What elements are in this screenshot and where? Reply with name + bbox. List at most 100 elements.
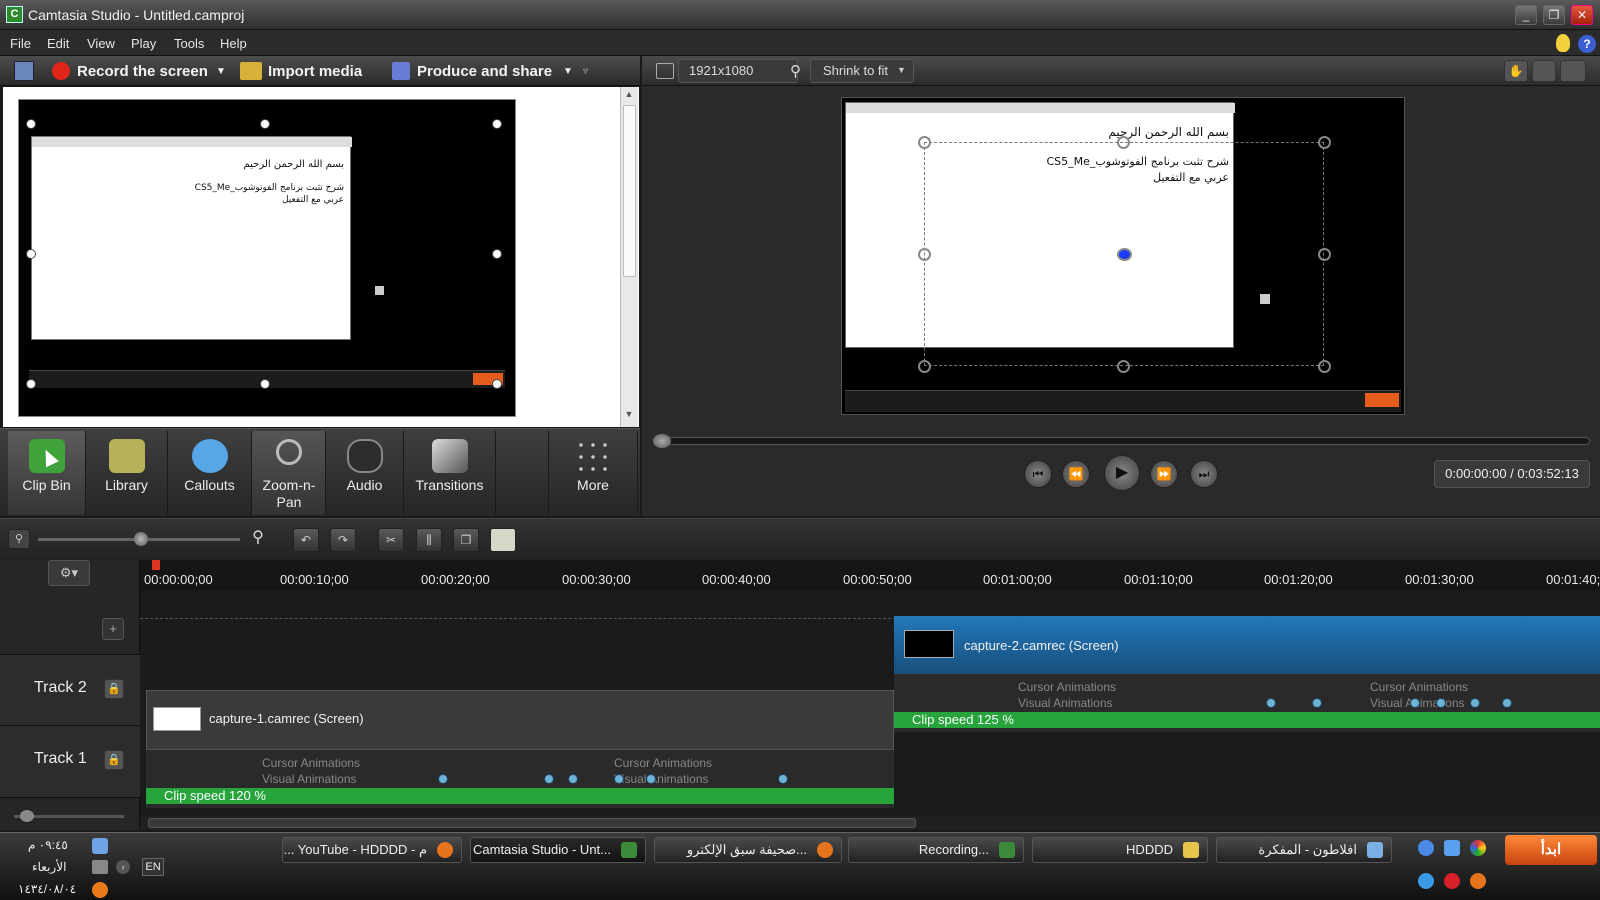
hand-tool-icon[interactable]: ✋ xyxy=(1504,60,1528,82)
menu-play[interactable]: Play xyxy=(131,36,156,51)
resize-handle-b[interactable] xyxy=(260,379,270,389)
maximize-button[interactable]: ❐ xyxy=(1543,5,1565,25)
resolution-field[interactable]: 1921x1080 xyxy=(678,59,798,83)
fast-forward-button[interactable]: ⏩ xyxy=(1150,460,1178,488)
keyframe[interactable] xyxy=(544,774,554,784)
resize-handle-br[interactable] xyxy=(492,379,502,389)
resize-handle-tl[interactable] xyxy=(26,119,36,129)
network-icon[interactable] xyxy=(92,838,108,854)
help-icon[interactable]: ? xyxy=(1578,35,1596,53)
preview-canvas[interactable]: بسم الله الرحمن الرحيم شرح تثبت برنامج ا… xyxy=(841,97,1405,415)
task-youtube[interactable]: ... YouTube - HDDDD - م xyxy=(282,837,462,863)
tab-library[interactable]: Library xyxy=(86,431,168,515)
resize-handle-bl[interactable] xyxy=(26,379,36,389)
keyframe[interactable] xyxy=(438,774,448,784)
quicklaunch-ie-icon[interactable] xyxy=(1444,840,1460,856)
jump-start-button[interactable]: ⏮ xyxy=(1024,460,1052,488)
task-notepad[interactable]: افلاطون - المفكرة xyxy=(1216,837,1392,863)
zoom-handle-tr[interactable] xyxy=(1318,136,1331,149)
resize-handle-l[interactable] xyxy=(26,249,36,259)
track-1-header[interactable]: Track 1 🔒 xyxy=(0,726,140,798)
menu-tools[interactable]: Tools xyxy=(174,36,204,51)
scroll-down-icon[interactable]: ▼ xyxy=(623,409,635,421)
add-track-button[interactable]: + xyxy=(102,618,124,640)
clip-2-speed-bar[interactable]: Clip speed 125 % xyxy=(894,712,1600,728)
keyframe[interactable] xyxy=(1410,698,1420,708)
record-dropdown-icon[interactable]: ▼ xyxy=(216,66,226,77)
scroll-up-icon[interactable]: ▲ xyxy=(623,89,635,101)
scroll-thumb[interactable] xyxy=(623,105,636,277)
keyframe[interactable] xyxy=(1312,698,1322,708)
toolbar-overflow-icon[interactable]: ▿ xyxy=(583,66,588,77)
close-button[interactable]: ✕ xyxy=(1571,5,1593,25)
lightbulb-icon[interactable] xyxy=(1556,34,1570,52)
task-camtasia[interactable]: Camtasia Studio - Unt... xyxy=(470,837,646,863)
keyframe[interactable] xyxy=(568,774,578,784)
track-2-header[interactable]: Track 2 🔒 xyxy=(0,654,140,726)
play-button[interactable]: ▶ xyxy=(1104,455,1140,491)
paste-button[interactable] xyxy=(490,528,516,552)
seek-thumb[interactable] xyxy=(653,434,671,448)
crop-icon[interactable] xyxy=(1532,60,1556,82)
keyframe[interactable] xyxy=(1436,698,1446,708)
cut-button[interactable]: ✂ xyxy=(378,528,404,552)
quicklaunch-opera-icon[interactable] xyxy=(1444,873,1460,889)
menu-help[interactable]: Help xyxy=(220,36,247,51)
keyframe[interactable] xyxy=(646,774,656,784)
undo-button[interactable]: ↶ xyxy=(293,528,319,552)
tab-clip-bin[interactable]: Clip Bin xyxy=(8,431,86,515)
zoom-handle-bl[interactable] xyxy=(918,360,931,373)
tab-zoom-n-pan[interactable]: Zoom-n-Pan xyxy=(252,431,326,515)
language-indicator[interactable]: EN xyxy=(142,858,164,876)
split-button[interactable]: ⫼ xyxy=(416,528,442,552)
tray-expand-icon[interactable]: › xyxy=(116,860,130,874)
import-media-button[interactable]: Import media xyxy=(268,63,362,80)
zoom-handle-t[interactable] xyxy=(1117,136,1130,149)
quicklaunch-edge-icon[interactable] xyxy=(1418,873,1434,889)
zoom-handle-b[interactable] xyxy=(1117,360,1130,373)
zoom-handle-br[interactable] xyxy=(1318,360,1331,373)
resize-handle-tr[interactable] xyxy=(492,119,502,129)
zoom-handle-r[interactable] xyxy=(1318,248,1331,261)
quicklaunch-firefox-icon[interactable] xyxy=(1470,873,1486,889)
tab-audio[interactable]: Audio xyxy=(326,431,404,515)
tab-callouts[interactable]: Callouts xyxy=(168,431,252,515)
keyframe[interactable] xyxy=(1470,698,1480,708)
redo-button[interactable]: ↷ xyxy=(330,528,356,552)
quicklaunch-chrome-icon[interactable] xyxy=(1470,840,1486,856)
zoom-slider-thumb[interactable] xyxy=(134,532,148,546)
keyframe[interactable] xyxy=(614,774,624,784)
menu-view[interactable]: View xyxy=(87,36,115,51)
clip-capture-1[interactable]: capture-1.camrec (Screen) xyxy=(146,690,894,750)
clip-pane-scrollbar[interactable]: ▲ ▼ xyxy=(620,87,638,427)
keyframe[interactable] xyxy=(778,774,788,784)
resize-handle-r[interactable] xyxy=(492,249,502,259)
tab-transitions[interactable]: Transitions xyxy=(404,431,496,515)
zoom-chevron-down-icon[interactable]: ▼ xyxy=(897,65,906,75)
start-button[interactable]: ابدأ xyxy=(1505,835,1597,865)
produce-dropdown-icon[interactable]: ▼ xyxy=(563,66,573,77)
task-hdddd[interactable]: HDDDD xyxy=(1032,837,1208,863)
monitor-icon[interactable] xyxy=(92,860,108,874)
playhead-marker[interactable] xyxy=(152,560,160,570)
hscroll-thumb[interactable] xyxy=(148,818,916,828)
zoom-out-icon[interactable]: ⚲ xyxy=(8,529,30,549)
task-sabq[interactable]: صحيفة سبق الإلكترو... xyxy=(654,837,842,863)
rewind-button[interactable]: ⏪ xyxy=(1062,460,1090,488)
keyframe[interactable] xyxy=(1502,698,1512,708)
jump-end-button[interactable]: ⏭ xyxy=(1190,460,1218,488)
record-screen-button[interactable]: Record the screen xyxy=(77,63,208,80)
clip-1-speed-bar[interactable]: Clip speed 120 % xyxy=(146,788,894,804)
quicklaunch-browser-icon[interactable] xyxy=(1418,840,1434,856)
seek-bar[interactable] xyxy=(653,434,1590,448)
track-1-lock-icon[interactable]: 🔒 xyxy=(104,750,124,770)
keyframe[interactable] xyxy=(1266,698,1276,708)
dimensions-icon[interactable] xyxy=(656,63,674,79)
resize-handle-t[interactable] xyxy=(260,119,270,129)
detach-preview-icon[interactable] xyxy=(1560,60,1586,82)
clip-thumbnail[interactable]: بسم الله الرحمن الرحيم شرح تثبت برنامج ا… xyxy=(18,99,516,417)
task-recording[interactable]: Recording... xyxy=(848,837,1024,863)
track-height-thumb[interactable] xyxy=(20,810,34,822)
track-2-lock-icon[interactable]: 🔒 xyxy=(104,679,124,699)
timeline-hscroll[interactable] xyxy=(140,816,1600,830)
